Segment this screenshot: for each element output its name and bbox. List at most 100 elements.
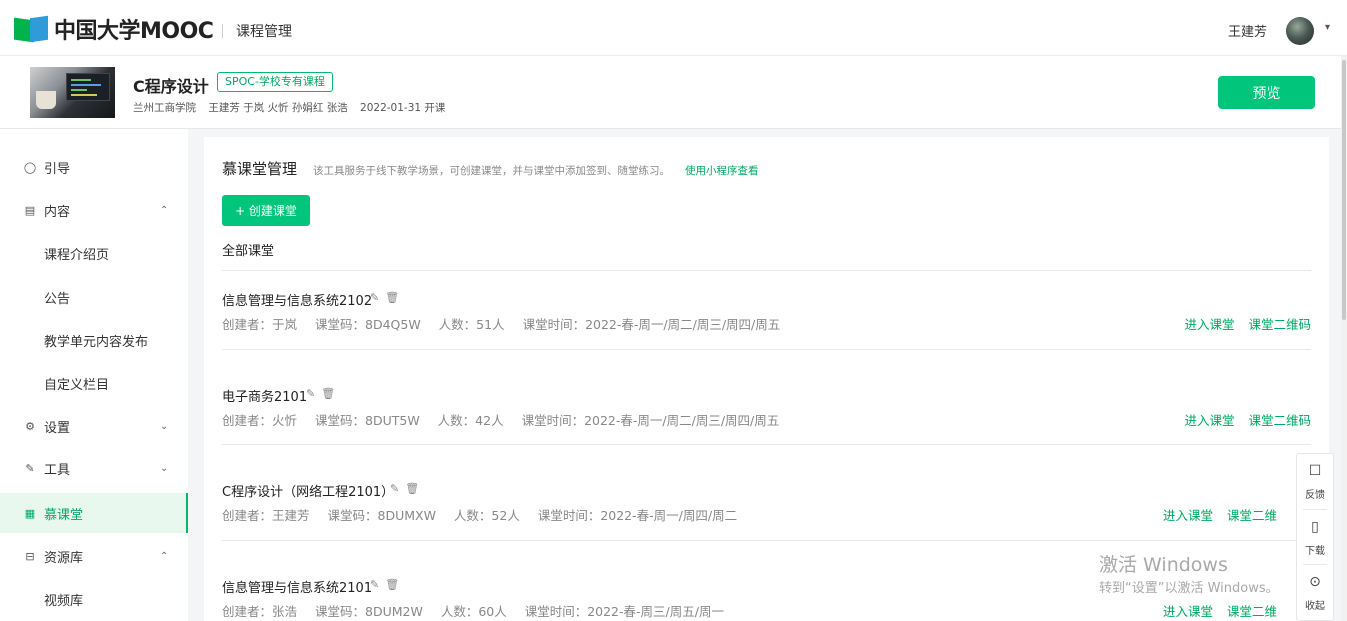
folder-icon: ⊟ [25, 549, 35, 563]
chevron-up-icon: ⌃ [160, 550, 169, 562]
chevron-down-icon: ⌄ [160, 420, 169, 432]
user-menu-caret-icon[interactable]: ▾ [1325, 22, 1330, 33]
classroom-qrcode-link[interactable]: 课堂二维码 [1248, 413, 1311, 428]
sidebar-item-label: 课程介绍页 [44, 247, 110, 263]
classroom-qrcode-link[interactable]: 课堂二维码 [1248, 317, 1311, 332]
course-meta: 兰州工商学院 王建芳 于岚 火忻 孙娟红 张浩 2022-01-31 开课 [133, 100, 454, 115]
feedback-label: 反馈 [1305, 490, 1325, 501]
trash-icon[interactable]: 🗑 [385, 291, 399, 304]
classroom-row: C程序设计（网络工程2101） ✎ 🗑 创建者：王建芳 课堂码：8DUMXW 人数… [222, 481, 1311, 541]
section-title: 课程管理 [236, 24, 292, 40]
sidebar-item-custom-column[interactable]: 自定义栏目 [0, 363, 188, 403]
sidebar-item-settings[interactable]: ⚙ 设置 ⌄ [0, 406, 188, 446]
enter-classroom-link[interactable]: 进入课堂 [1163, 508, 1213, 523]
sidebar-item-course-intro[interactable]: 课程介绍页 [0, 233, 188, 273]
classroom-time: 课堂时间：2022-春-周三/周五/周一 [524, 604, 724, 619]
sidebar-item-video-library[interactable]: 视频库 [0, 579, 188, 619]
classroom-actions: 进入课堂 课堂二维 [1153, 601, 1277, 620]
edit-icon[interactable]: ✎ [390, 482, 399, 495]
classroom-code: 课堂码：8DUM2W [315, 604, 423, 619]
sidebar-item-label: 工具 [44, 462, 71, 478]
classroom-creator: 创建者：张浩 [222, 604, 298, 619]
windows-activation-watermark: 激活 Windows [1099, 554, 1228, 576]
wrench-icon: ✎ [25, 461, 35, 475]
classroom-tools: ✎ 🗑 [390, 482, 425, 495]
top-bar: 中国大学MOOC 课程管理 王建芳 ▾ [0, 0, 1347, 56]
sidebar-item-label: 慕课堂 [44, 507, 84, 523]
classroom-actions: 进入课堂 课堂二维 [1153, 505, 1277, 524]
sidebar-item-announcement[interactable]: 公告 [0, 277, 188, 317]
chevron-circle-down-icon: ⊙ [1309, 574, 1321, 590]
classroom-time: 课堂时间：2022-春-周一/周二/周三/周四/周五 [521, 413, 780, 428]
divider [222, 349, 1311, 350]
chevron-up-icon: ⌃ [160, 204, 169, 216]
collapse-button[interactable]: ⊙ 收起 [1297, 565, 1333, 619]
mooc-logo[interactable]: 中国大学MOOC [14, 14, 214, 44]
page-title: 慕课堂管理 [222, 160, 298, 178]
classroom-info: 创建者：火忻 课堂码：8DUT5W 人数：42人 课堂时间：2022-春-周一/… [222, 410, 793, 429]
divider [222, 540, 1311, 541]
course-teachers: 王建芳 于岚 火忻 孙娟红 张浩 [208, 102, 348, 114]
classroom-name: 信息管理与信息系统2102 [222, 294, 373, 309]
classroom-code: 课堂码：8DUT5W [315, 413, 420, 428]
download-label: 下载 [1305, 546, 1325, 557]
feedback-icon: ☐ [1308, 463, 1322, 479]
classroom-info: 创建者：张浩 课堂码：8DUM2W 人数：60人 课堂时间：2022-春-周三/… [222, 601, 738, 620]
enter-classroom-link[interactable]: 进入课堂 [1184, 317, 1234, 332]
edit-icon[interactable]: ✎ [370, 291, 379, 304]
classroom-count: 人数：42人 [437, 413, 504, 428]
page-scrollbar-thumb[interactable] [1342, 60, 1346, 320]
sidebar-item-mooc-classroom[interactable]: ▦ 慕课堂 [0, 493, 188, 533]
enter-classroom-link[interactable]: 进入课堂 [1184, 413, 1234, 428]
sidebar-item-unit-publish[interactable]: 教学单元内容发布 [0, 320, 188, 360]
classroom-tools: ✎ 🗑 [370, 291, 405, 304]
edit-icon[interactable]: ✎ [306, 387, 315, 400]
classroom-tools: ✎ 🗑 [306, 387, 341, 400]
sidebar-item-tools[interactable]: ✎ 工具 ⌄ [0, 448, 188, 488]
sidebar-item-content[interactable]: ▤ 内容 ⌃ [0, 190, 188, 230]
floating-toolbar: ☐ 反馈 ▯ 下载 ⊙ 收起 [1296, 453, 1334, 621]
sidebar-item-label: 设置 [44, 420, 71, 436]
classroom-count: 人数：52人 [453, 508, 520, 523]
classroom-creator: 创建者：于岚 [222, 317, 298, 332]
download-button[interactable]: ▯ 下载 [1297, 510, 1333, 564]
classroom-qrcode-link[interactable]: 课堂二维 [1227, 604, 1277, 619]
course-header: C程序设计 SPOC-学校专有课程 兰州工商学院 王建芳 于岚 火忻 孙娟红 张… [0, 56, 1347, 129]
header-divider [222, 24, 223, 38]
classroom-info: 创建者：于岚 课堂码：8D4Q5W 人数：51人 课堂时间：2022-春-周一/… [222, 314, 794, 333]
user-name[interactable]: 王建芳 [1228, 21, 1267, 40]
trash-icon[interactable]: 🗑 [405, 482, 419, 495]
divider [222, 270, 1311, 271]
windows-activation-hint: 转到“设置”以激活 Windows。 [1099, 581, 1279, 596]
sidebar: ◯ 引导 ▤ 内容 ⌃ 课程介绍页 公告 教学单元内容发布 自定义栏目 ⚙ 设置… [0, 129, 188, 621]
gear-icon: ⚙ [25, 419, 35, 433]
classroom-name: C程序设计（网络工程2101） [222, 485, 395, 500]
sidebar-item-label: 资源库 [44, 550, 84, 566]
trash-icon[interactable]: 🗑 [385, 578, 399, 591]
tablet-icon: ▯ [1311, 519, 1319, 535]
enter-classroom-link[interactable]: 进入课堂 [1163, 604, 1213, 619]
all-classrooms-label: 全部课堂 [222, 244, 275, 259]
collapse-label: 收起 [1305, 601, 1325, 612]
course-start-date: 2022-01-31 开课 [360, 102, 446, 114]
feedback-button[interactable]: ☐ 反馈 [1297, 454, 1333, 508]
classroom-icon: ▦ [24, 506, 36, 520]
sidebar-item-label: 视频库 [44, 593, 84, 609]
lightbulb-icon: ◯ [23, 160, 37, 174]
avatar[interactable] [1286, 17, 1314, 45]
create-classroom-button[interactable]: + 创建课堂 [222, 195, 310, 226]
mini-program-link[interactable]: 使用小程序查看 [685, 163, 759, 178]
classroom-row: 信息管理与信息系统2102 ✎ 🗑 创建者：于岚 课堂码：8D4Q5W 人数：51… [222, 290, 1311, 350]
classroom-qrcode-link[interactable]: 课堂二维 [1227, 508, 1277, 523]
classroom-time: 课堂时间：2022-春-周一/周二/周三/周四/周五 [522, 317, 781, 332]
sidebar-item-resources[interactable]: ⊟ 资源库 ⌃ [0, 536, 188, 576]
classroom-info: 创建者：王建芳 课堂码：8DUMXW 人数：52人 课堂时间：2022-春-周一… [222, 505, 751, 524]
sidebar-item-label: 公告 [44, 291, 71, 307]
classroom-actions: 进入课堂 课堂二维码 [1174, 410, 1311, 429]
edit-icon[interactable]: ✎ [370, 578, 379, 591]
sidebar-item-guide[interactable]: ◯ 引导 [0, 147, 188, 187]
preview-button[interactable]: 预览 [1218, 76, 1315, 109]
trash-icon[interactable]: 🗑 [321, 387, 335, 400]
classroom-row: 电子商务2101 ✎ 🗑 创建者：火忻 课堂码：8DUT5W 人数：42人 课堂时… [222, 386, 1311, 446]
sidebar-item-label: 教学单元内容发布 [44, 334, 149, 350]
